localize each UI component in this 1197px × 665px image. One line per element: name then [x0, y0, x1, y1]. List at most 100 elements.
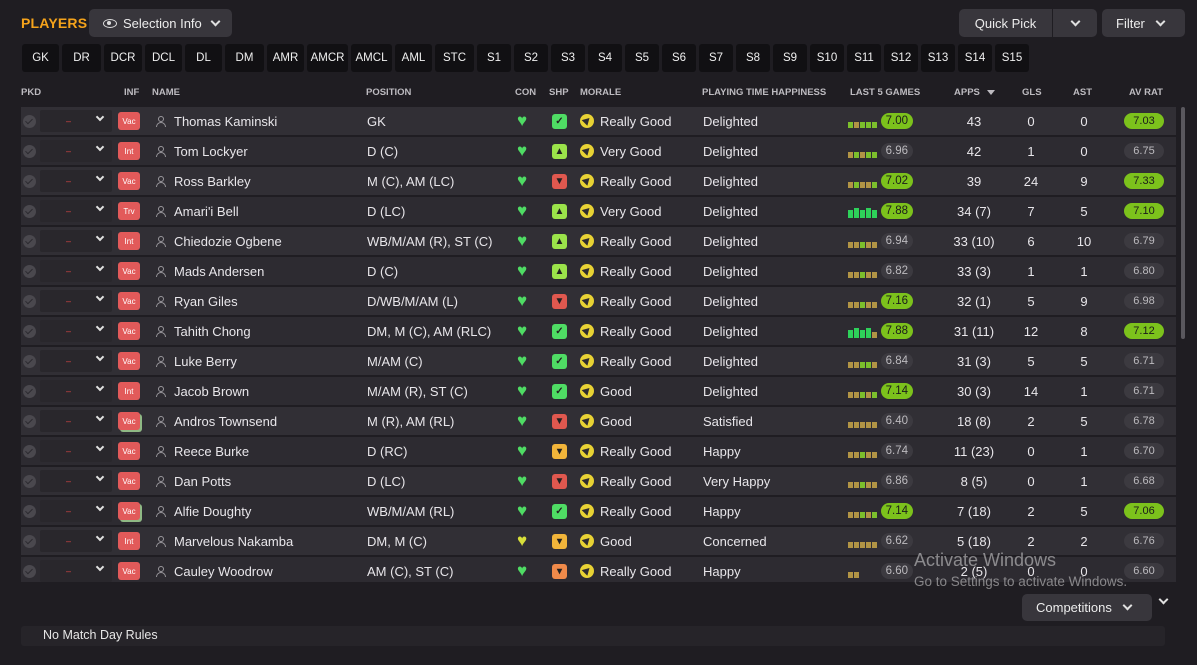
picked-select[interactable]: –: [40, 470, 112, 492]
info-badge[interactable]: Vac: [118, 292, 140, 310]
player-name[interactable]: Ryan Giles: [174, 294, 238, 309]
player-name[interactable]: Mads Andersen: [174, 264, 264, 279]
picked-select[interactable]: –: [40, 410, 112, 432]
position-tab-s2[interactable]: S2: [514, 44, 548, 72]
table-row[interactable]: – Int Tom Lockyer D (C) ♥ ▲ Very Good De…: [21, 137, 1176, 165]
picked-select[interactable]: –: [40, 560, 112, 582]
player-name[interactable]: Alfie Doughty: [174, 504, 251, 519]
table-row[interactable]: – Vac Dan Potts D (LC) ♥ ▼ Really Good V…: [21, 467, 1176, 495]
info-badge[interactable]: Int: [118, 232, 140, 250]
player-name-cell[interactable]: Andros Townsend: [156, 407, 277, 435]
player-name-cell[interactable]: Tahith Chong: [156, 317, 251, 345]
player-name[interactable]: Cauley Woodrow: [174, 564, 273, 579]
player-name[interactable]: Jacob Brown: [174, 384, 249, 399]
filter-button[interactable]: Filter: [1102, 9, 1185, 37]
info-badge[interactable]: Vac: [118, 502, 140, 520]
player-name[interactable]: Chiedozie Ogbene: [174, 234, 282, 249]
player-name-cell[interactable]: Amari'i Bell: [156, 197, 239, 225]
info-badge[interactable]: Vac: [118, 562, 140, 580]
expand-chevron-icon[interactable]: [1158, 594, 1169, 605]
selection-info-button[interactable]: Selection Info: [89, 9, 232, 37]
player-name-cell[interactable]: Ross Barkley: [156, 167, 251, 195]
picked-select[interactable]: –: [40, 260, 112, 282]
info-badge[interactable]: Trv: [118, 202, 140, 220]
player-name-cell[interactable]: Alfie Doughty: [156, 497, 251, 525]
scrollbar[interactable]: [1181, 107, 1185, 339]
pick-toggle[interactable]: [23, 347, 36, 375]
player-name-cell[interactable]: Tom Lockyer: [156, 137, 248, 165]
player-name-cell[interactable]: Thomas Kaminski: [156, 107, 277, 135]
position-tab-amcr[interactable]: AMCR: [307, 44, 348, 72]
position-tab-dm[interactable]: DM: [225, 44, 264, 72]
position-tab-dcr[interactable]: DCR: [104, 44, 142, 72]
position-tab-s4[interactable]: S4: [588, 44, 622, 72]
position-tab-aml[interactable]: AML: [395, 44, 432, 72]
table-row[interactable]: – Vac Mads Andersen D (C) ♥ ▲ Really Goo…: [21, 257, 1176, 285]
competitions-button[interactable]: Competitions: [1022, 594, 1152, 621]
picked-select[interactable]: –: [40, 200, 112, 222]
player-name-cell[interactable]: Reece Burke: [156, 437, 249, 465]
player-name[interactable]: Reece Burke: [174, 444, 249, 459]
player-name[interactable]: Thomas Kaminski: [174, 114, 277, 129]
pick-toggle[interactable]: [23, 407, 36, 435]
pick-toggle[interactable]: [23, 557, 36, 582]
col-last5[interactable]: LAST 5 GAMES: [850, 87, 920, 98]
table-row[interactable]: – Vac Ryan Giles D/WB/M/AM (L) ♥ ▼ Reall…: [21, 287, 1176, 315]
position-tab-amr[interactable]: AMR: [267, 44, 304, 72]
pick-toggle[interactable]: [23, 167, 36, 195]
table-row[interactable]: – Vac Luke Berry M/AM (C) ♥ ✓ Really Goo…: [21, 347, 1176, 375]
pick-toggle[interactable]: [23, 437, 36, 465]
pick-toggle[interactable]: [23, 197, 36, 225]
table-row[interactable]: – Vac Andros Townsend M (R), AM (RL) ♥ ▼…: [21, 407, 1176, 435]
player-name-cell[interactable]: Luke Berry: [156, 347, 237, 375]
position-tab-s11[interactable]: S11: [847, 44, 881, 72]
table-row[interactable]: – Vac Reece Burke D (RC) ♥ ▾ Really Good…: [21, 437, 1176, 465]
player-name-cell[interactable]: Ryan Giles: [156, 287, 238, 315]
picked-select[interactable]: –: [40, 380, 112, 402]
table-row[interactable]: – Vac Ross Barkley M (C), AM (LC) ♥ ▼ Re…: [21, 167, 1176, 195]
pick-toggle[interactable]: [23, 377, 36, 405]
col-morale[interactable]: MORALE: [580, 87, 621, 98]
info-badge[interactable]: Int: [118, 382, 140, 400]
table-row[interactable]: – Int Chiedozie Ogbene WB/M/AM (R), ST (…: [21, 227, 1176, 255]
info-badge[interactable]: Vac: [118, 442, 140, 460]
table-row[interactable]: – Vac Thomas Kaminski GK ♥ ✓ Really Good…: [21, 107, 1176, 135]
quick-pick-dropdown[interactable]: [1053, 9, 1097, 37]
pick-toggle[interactable]: [23, 107, 36, 135]
info-badge[interactable]: Vac: [118, 322, 140, 340]
picked-select[interactable]: –: [40, 530, 112, 552]
table-row[interactable]: – Vac Tahith Chong DM, M (C), AM (RLC) ♥…: [21, 317, 1176, 345]
pick-toggle[interactable]: [23, 317, 36, 345]
position-tab-stc[interactable]: STC: [435, 44, 474, 72]
player-name[interactable]: Tom Lockyer: [174, 144, 248, 159]
picked-select[interactable]: –: [40, 290, 112, 312]
col-ast[interactable]: AST: [1073, 87, 1092, 98]
pick-toggle[interactable]: [23, 497, 36, 525]
player-name-cell[interactable]: Mads Andersen: [156, 257, 264, 285]
player-name[interactable]: Dan Potts: [174, 474, 231, 489]
table-row[interactable]: – Trv Amari'i Bell D (LC) ♥ ▲ Very Good …: [21, 197, 1176, 225]
player-name[interactable]: Ross Barkley: [174, 174, 251, 189]
col-playing-time[interactable]: PLAYING TIME HAPPINESS: [702, 87, 826, 98]
info-badge[interactable]: Vac: [118, 352, 140, 370]
picked-select[interactable]: –: [40, 170, 112, 192]
player-name-cell[interactable]: Cauley Woodrow: [156, 557, 273, 582]
pick-toggle[interactable]: [23, 527, 36, 555]
info-badge[interactable]: Int: [118, 142, 140, 160]
info-badge[interactable]: Vac: [118, 262, 140, 280]
player-name[interactable]: Amari'i Bell: [174, 204, 239, 219]
position-tab-s15[interactable]: S15: [995, 44, 1029, 72]
picked-select[interactable]: –: [40, 110, 112, 132]
picked-select[interactable]: –: [40, 350, 112, 372]
pick-toggle[interactable]: [23, 287, 36, 315]
pick-toggle[interactable]: [23, 227, 36, 255]
match-day-rules-bar[interactable]: [21, 626, 1165, 646]
position-tab-s9[interactable]: S9: [773, 44, 807, 72]
position-tab-dcl[interactable]: DCL: [145, 44, 182, 72]
pick-toggle[interactable]: [23, 257, 36, 285]
player-name[interactable]: Marvelous Nakamba: [174, 534, 293, 549]
position-tab-s8[interactable]: S8: [736, 44, 770, 72]
position-tab-s13[interactable]: S13: [921, 44, 955, 72]
picked-select[interactable]: –: [40, 230, 112, 252]
player-name[interactable]: Tahith Chong: [174, 324, 251, 339]
